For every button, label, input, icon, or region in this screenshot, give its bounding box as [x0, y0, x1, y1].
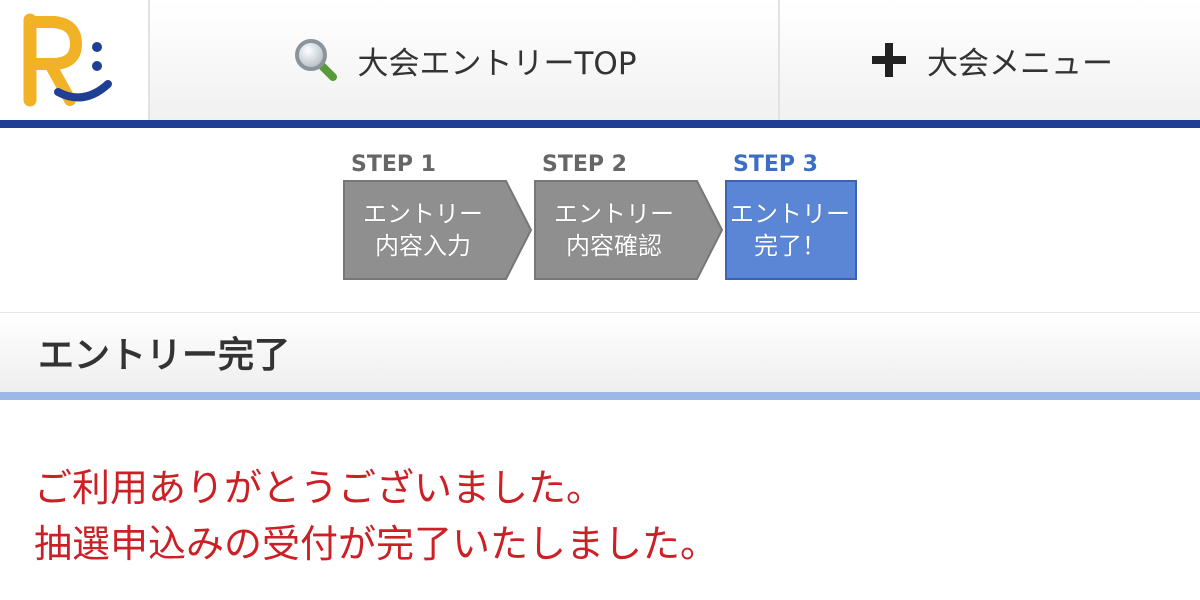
step-1-text: エントリー 内容入力: [343, 180, 503, 280]
step-2-box: エントリー 内容確認: [534, 180, 724, 280]
completion-message: ご利用ありがとうございました。 抽選申込みの受付が完了いたしました。: [34, 460, 718, 572]
step-3-line1: エントリー: [730, 200, 850, 228]
page-title: エントリー完了: [38, 335, 291, 376]
nav-tournament-menu-button[interactable]: 大会メニュー: [782, 0, 1200, 120]
section-divider: [0, 392, 1200, 400]
section-header: エントリー完了: [0, 312, 1200, 392]
step-2-line2: 内容確認: [566, 232, 662, 260]
magnifier-icon: [295, 39, 338, 81]
nav-entry-top-button[interactable]: 大会エントリーTOP: [152, 0, 780, 120]
site-logo[interactable]: [0, 0, 150, 120]
step-1-box: エントリー 内容入力: [343, 180, 533, 280]
message-line-2: 抽選申込みの受付が完了いたしました。: [34, 522, 719, 566]
step-2-label: STEP 2: [542, 152, 627, 177]
logo-icon: [23, 13, 112, 107]
step-3: STEP 3 エントリー 完了！: [725, 150, 910, 280]
step-1-label: STEP 1: [351, 152, 436, 177]
nav-tournament-menu-label: 大会メニュー: [927, 45, 1113, 82]
message-line-1: ご利用ありがとうございました。: [34, 466, 605, 510]
step-3-text: エントリー 完了！: [725, 180, 855, 280]
step-3-box: エントリー 完了！: [725, 180, 910, 280]
step-1-line2: 内容入力: [375, 232, 471, 260]
step-3-line2: 完了！: [754, 232, 826, 260]
plus-icon: [872, 43, 906, 77]
step-2: STEP 2 エントリー 内容確認: [534, 150, 724, 280]
top-header: 大会エントリーTOP 大会メニュー: [0, 0, 1200, 120]
step-1: STEP 1 エントリー 内容入力: [343, 150, 533, 280]
step-2-text: エントリー 内容確認: [534, 180, 694, 280]
step-1-line1: エントリー: [363, 200, 483, 228]
step-2-line1: エントリー: [554, 200, 674, 228]
nav-entry-top-label: 大会エントリーTOP: [357, 45, 637, 82]
header-divider: [0, 120, 1200, 128]
step-3-label: STEP 3: [733, 152, 818, 177]
